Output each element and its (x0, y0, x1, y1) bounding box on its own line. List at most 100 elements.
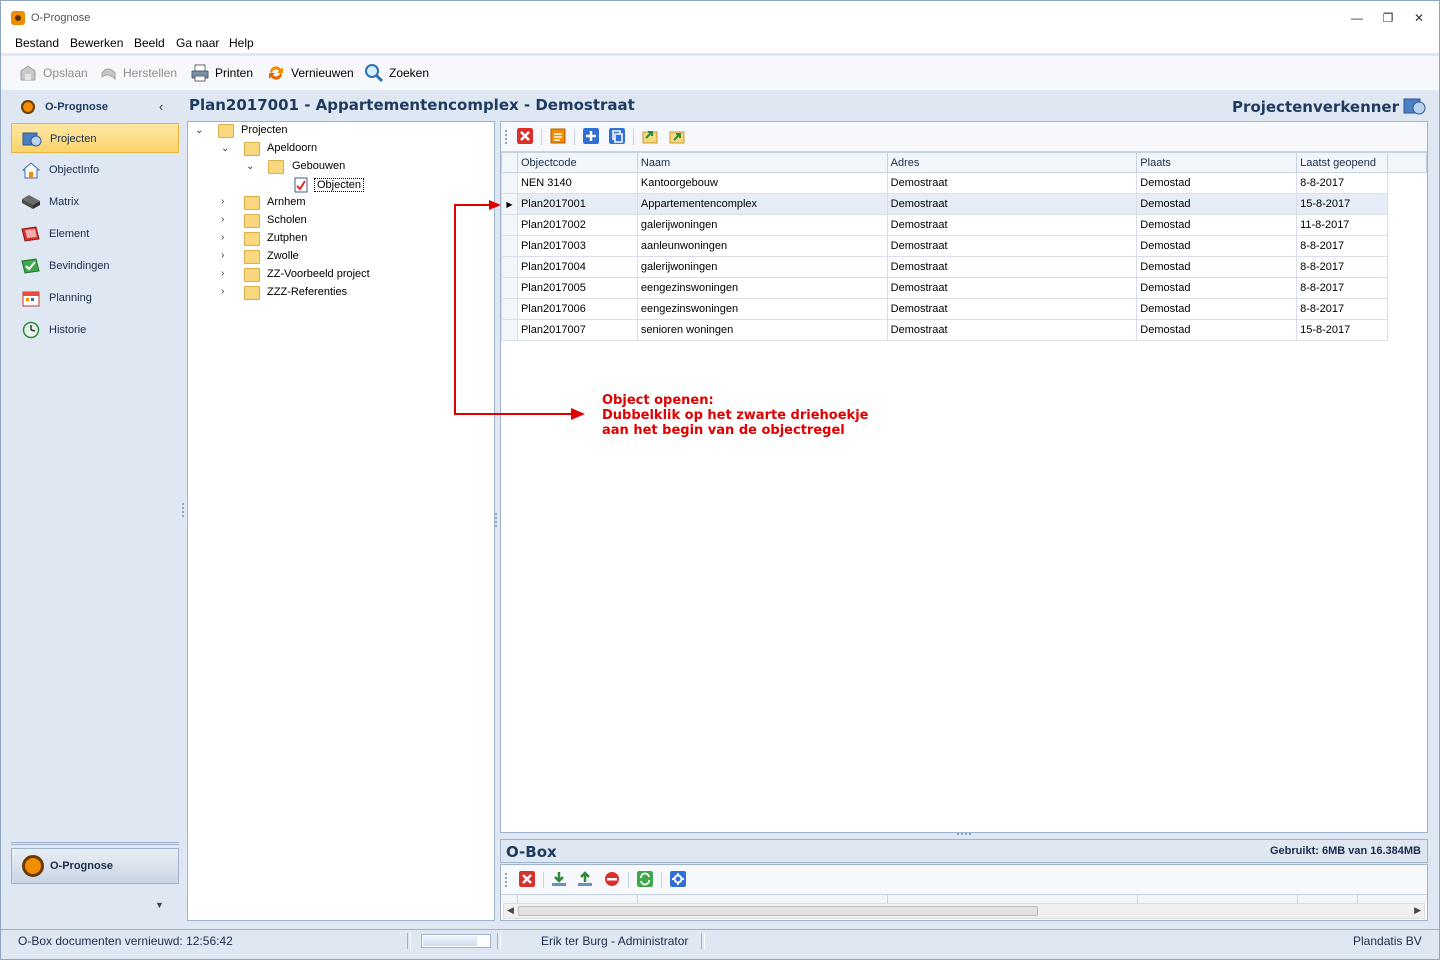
nav-item-matrix[interactable]: Matrix (11, 187, 179, 217)
cell-naam[interactable]: eengezinswoningen (636, 277, 888, 299)
table-row[interactable]: Plan2017002 galerijwoningen Demostraat D… (501, 214, 1427, 236)
nav-bottom-o-prognose[interactable]: O-Prognose (11, 848, 179, 884)
table-row[interactable]: Plan2017003 aanleunwoningen Demostraat D… (501, 235, 1427, 257)
nav-item-historie[interactable]: Historie (11, 315, 179, 345)
cell-adres[interactable]: Demostraat (886, 277, 1138, 299)
cell-plaats[interactable]: Demostad (1136, 214, 1298, 236)
remove-icon[interactable] (604, 871, 620, 887)
export-icon[interactable] (669, 128, 685, 144)
expand-chevron-icon[interactable]: › (221, 196, 231, 207)
collapse-chevron-icon[interactable]: ⌄ (221, 143, 231, 154)
table-row[interactable]: Plan2017004 galerijwoningen Demostraat D… (501, 256, 1427, 278)
cell-naam[interactable]: Kantoorgebouw (636, 172, 888, 194)
settings-icon[interactable] (670, 871, 686, 887)
collapse-chevron-icon[interactable]: ⌄ (246, 161, 256, 172)
open-document-icon[interactable] (550, 128, 566, 144)
maximize-button[interactable]: ❐ (1376, 9, 1400, 27)
cell-laatst-geopend[interactable]: 8-8-2017 (1296, 256, 1389, 278)
nav-separator[interactable] (11, 842, 179, 845)
cell-plaats[interactable]: Demostad (1136, 172, 1298, 194)
delete-icon[interactable] (519, 871, 535, 887)
scroll-right-icon[interactable]: ▶ (1414, 905, 1421, 916)
table-row[interactable]: Plan2017007 senioren woningen Demostraat… (501, 319, 1427, 341)
cell-plaats[interactable]: Demostad (1136, 319, 1298, 341)
import-icon[interactable] (642, 128, 658, 144)
expand-chevron-icon[interactable]: › (221, 250, 231, 261)
obox-column-header[interactable] (1137, 895, 1297, 903)
nav-item-element[interactable]: Element (11, 219, 179, 249)
obox-splitter[interactable] (957, 833, 971, 835)
toolbar-grip[interactable] (505, 873, 507, 887)
table-row[interactable]: Plan2017006 eengezinswoningen Demostraat… (501, 298, 1427, 320)
table-row[interactable]: NEN 3140 Kantoorgebouw Demostraat Demost… (501, 172, 1427, 194)
obox-column-header[interactable] (517, 895, 637, 903)
table-row[interactable]: Plan2017005 eengezinswoningen Demostraat… (501, 277, 1427, 299)
add-icon[interactable] (583, 128, 599, 144)
menu-ga-naar[interactable]: Ga naar (176, 36, 219, 50)
menu-help[interactable]: Help (229, 36, 254, 50)
menu-bewerken[interactable]: Bewerken (70, 36, 123, 50)
nav-item-objectinfo[interactable]: ObjectInfo (11, 155, 179, 185)
scroll-left-icon[interactable]: ◀ (507, 905, 514, 916)
cell-naam[interactable]: aanleunwoningen (636, 235, 888, 257)
minimize-button[interactable]: — (1345, 9, 1369, 27)
obox-column-header[interactable] (1357, 895, 1427, 903)
cell-adres[interactable]: Demostraat (886, 235, 1138, 257)
column-header-adres[interactable]: Adres (886, 152, 1138, 173)
cell-adres[interactable]: Demostraat (886, 172, 1138, 194)
nav-configure-icon[interactable]: ▼ (155, 900, 164, 910)
collapse-chevron-icon[interactable]: ⌄ (195, 125, 205, 136)
collapse-nav-icon[interactable]: ‹ (159, 99, 163, 114)
tree-splitter[interactable] (495, 513, 497, 527)
obox-column-header[interactable] (1297, 895, 1357, 903)
column-header-laatst-geopend[interactable]: Laatst geopend (1296, 152, 1389, 173)
cell-objectcode[interactable]: NEN 3140 (516, 172, 638, 194)
search-button[interactable]: Zoeken (364, 61, 429, 85)
nav-item-bevindingen[interactable]: Bevindingen (11, 251, 179, 281)
column-header-naam[interactable]: Naam (636, 152, 888, 173)
cell-plaats[interactable]: Demostad (1136, 235, 1298, 257)
cell-plaats[interactable]: Demostad (1136, 193, 1298, 215)
cell-laatst-geopend[interactable]: 11-8-2017 (1296, 214, 1389, 236)
delete-icon[interactable] (517, 128, 533, 144)
cell-adres[interactable]: Demostraat (886, 319, 1138, 341)
column-header-objectcode[interactable]: Objectcode (516, 152, 638, 173)
expand-chevron-icon[interactable]: › (221, 214, 231, 225)
row-indicator[interactable] (501, 172, 518, 194)
cell-laatst-geopend[interactable]: 8-8-2017 (1296, 298, 1389, 320)
sync-icon[interactable] (637, 871, 653, 887)
cell-adres[interactable]: Demostraat (886, 256, 1138, 278)
cell-adres[interactable]: Demostraat (886, 298, 1138, 320)
toolbar-grip[interactable] (505, 130, 507, 144)
nav-splitter[interactable] (182, 503, 184, 517)
nav-item-projecten[interactable]: Projecten (11, 123, 179, 153)
cell-laatst-geopend[interactable]: 15-8-2017 (1296, 193, 1389, 215)
cell-plaats[interactable]: Demostad (1136, 298, 1298, 320)
upload-icon[interactable] (577, 871, 593, 887)
cell-plaats[interactable]: Demostad (1136, 277, 1298, 299)
expand-chevron-icon[interactable]: › (221, 286, 231, 297)
cell-naam[interactable]: Appartementencomplex (636, 193, 888, 215)
expand-chevron-icon[interactable]: › (221, 232, 231, 243)
download-icon[interactable] (551, 871, 567, 887)
column-header-plaats[interactable]: Plaats (1136, 152, 1298, 173)
nav-item-planning[interactable]: Planning (11, 283, 179, 313)
expand-chevron-icon[interactable]: › (221, 268, 231, 279)
cell-laatst-geopend[interactable]: 8-8-2017 (1296, 277, 1389, 299)
cell-naam[interactable]: eengezinswoningen (636, 298, 888, 320)
obox-horizontal-scrollbar[interactable]: ◀ ▶ (503, 903, 1425, 919)
cell-adres[interactable]: Demostraat (886, 193, 1138, 215)
cell-laatst-geopend[interactable]: 8-8-2017 (1296, 172, 1389, 194)
obox-column-header[interactable] (887, 895, 1137, 903)
cell-plaats[interactable]: Demostad (1136, 256, 1298, 278)
refresh-button[interactable]: Vernieuwen (266, 61, 354, 85)
cell-adres[interactable]: Demostraat (886, 214, 1138, 236)
copy-icon[interactable] (609, 128, 625, 144)
menu-beeld[interactable]: Beeld (134, 36, 165, 50)
table-row-current[interactable]: ▶ Plan2017001 Appartementencomplex Demos… (501, 193, 1427, 215)
cell-laatst-geopend[interactable]: 15-8-2017 (1296, 319, 1389, 341)
restore-button[interactable]: Herstellen (98, 61, 177, 85)
menu-bestand[interactable]: Bestand (15, 36, 59, 50)
obox-column-header[interactable] (637, 895, 887, 903)
save-button[interactable]: Opslaan (18, 61, 88, 85)
